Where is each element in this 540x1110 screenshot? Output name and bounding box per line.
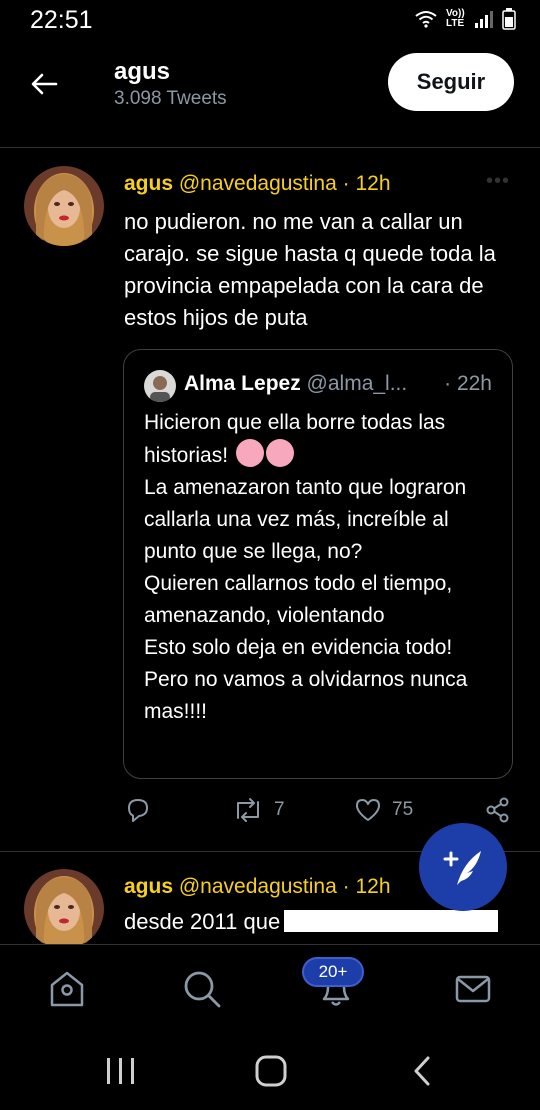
bottom-nav: 20+ xyxy=(0,944,540,1029)
like-count: 75 xyxy=(392,799,414,820)
follow-button[interactable]: Seguir xyxy=(388,53,514,111)
quote-text: Hicieron que ella borre todas las histor… xyxy=(144,407,496,728)
tweet-separator: · xyxy=(336,875,356,898)
avatar[interactable] xyxy=(24,869,104,949)
tweet-time: 12h xyxy=(355,172,391,195)
home-icon[interactable] xyxy=(48,969,86,1009)
home-button-icon[interactable] xyxy=(254,1054,288,1088)
quote-text-line1: Hicieron que ella borre todas las histor… xyxy=(144,411,446,467)
quote-time: · 22h xyxy=(444,372,492,395)
reply-button[interactable] xyxy=(124,796,152,824)
battery-icon xyxy=(502,8,516,30)
quote-author-handle: @alma_l... xyxy=(306,372,408,395)
tweet-time: 12h xyxy=(355,875,391,898)
system-icons: Vo)) LTE xyxy=(414,8,516,30)
tweet-text: no pudieron. no me van a callar un caraj… xyxy=(124,209,496,330)
author-handle: @navedagustina xyxy=(178,172,337,195)
status-bar: 22:51 Vo)) LTE xyxy=(0,0,540,40)
retweet-count: 7 xyxy=(274,799,285,820)
profile-header: agus 3.098 Tweets Seguir xyxy=(0,40,540,146)
quote-text-rest: La amenazaron tanto que lograron callarl… xyxy=(144,476,468,723)
compose-icon xyxy=(443,851,481,885)
tweet-author[interactable]: agus @navedagustina · 12h xyxy=(124,172,391,196)
status-time: 22:51 xyxy=(30,6,93,34)
quote-avatar xyxy=(144,370,176,402)
emoji xyxy=(265,439,294,467)
recents-icon[interactable] xyxy=(104,1056,138,1086)
avatar[interactable] xyxy=(24,166,104,246)
system-nav xyxy=(0,1028,540,1110)
author-handle: @navedagustina xyxy=(178,875,337,898)
emoji xyxy=(235,439,264,467)
like-button[interactable]: 75 xyxy=(354,796,413,824)
tweet-text-visible: desde 2011 que xyxy=(124,909,281,934)
quoted-tweet[interactable]: Alma Lepez @alma_l... · 22h Hicieron que… xyxy=(123,349,513,779)
wifi-icon xyxy=(415,11,437,28)
more-icon[interactable]: ••• xyxy=(486,170,510,193)
author-name: agus xyxy=(124,875,174,898)
tweet-author[interactable]: agus @navedagustina · 12h xyxy=(124,875,391,899)
messages-icon[interactable] xyxy=(454,969,492,1009)
tweet-separator: · xyxy=(336,172,356,195)
divider xyxy=(0,147,540,148)
author-name: agus xyxy=(124,172,174,195)
compose-button[interactable] xyxy=(419,823,507,911)
redaction-block xyxy=(284,910,499,932)
back-arrow-icon[interactable] xyxy=(26,66,62,102)
share-button[interactable] xyxy=(484,796,512,824)
signal-icon xyxy=(475,11,493,28)
quote-author-name: Alma Lepez xyxy=(184,372,301,395)
share-icon xyxy=(486,797,509,823)
profile-name: agus xyxy=(114,58,171,85)
back-button-icon[interactable] xyxy=(410,1054,434,1088)
quote-author: Alma Lepez @alma_l... xyxy=(184,372,407,396)
like-icon xyxy=(356,799,380,821)
retweet-button[interactable]: 7 xyxy=(232,796,285,824)
search-icon[interactable] xyxy=(182,969,222,1009)
notifications-badge[interactable]: 20+ xyxy=(302,957,364,987)
reply-icon xyxy=(128,799,148,822)
retweet-icon xyxy=(237,798,259,822)
tweet-count: 3.098 Tweets xyxy=(114,88,227,109)
network-label: Vo)) LTE xyxy=(446,8,465,29)
